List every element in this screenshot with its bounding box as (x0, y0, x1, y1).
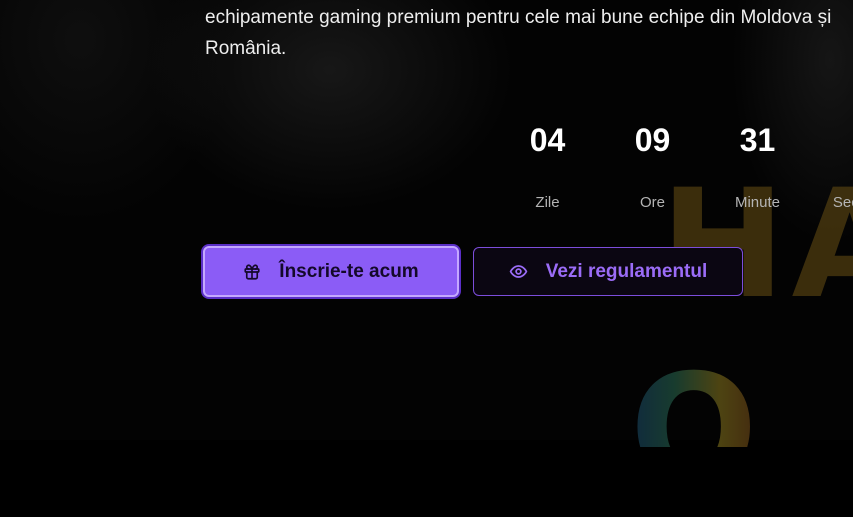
countdown-minutes: 31 Minute (705, 118, 810, 211)
countdown-hours-value: 09 (634, 122, 671, 158)
countdown-hours: 09 Ore (600, 118, 705, 211)
eye-icon (509, 262, 528, 281)
hero-actions: Înscrie-te acum Vezi regulamentul (203, 246, 743, 297)
countdown-minutes-label: Minute (734, 194, 781, 211)
countdown-seconds-value: 0 (810, 118, 853, 162)
hero-description: echipamente gaming premium pentru cele m… (205, 2, 853, 64)
gift-icon (243, 263, 261, 281)
view-rules-button-label: Vezi regulamentul (545, 260, 708, 282)
hero-description-line-1: echipamente gaming premium pentru cele m… (205, 7, 832, 28)
countdown-timer: 04 Zile 09 Ore 31 Minute 0 Secunde (495, 118, 853, 211)
register-button-label: Înscrie-te acum (279, 260, 419, 282)
countdown-seconds: 0 Secunde (810, 118, 853, 211)
countdown-hours-label: Ore (639, 194, 665, 211)
countdown-minutes-value: 31 (739, 122, 776, 158)
countdown-days-value: 04 (529, 122, 566, 158)
countdown-days-label: Zile (535, 194, 560, 211)
background-bottom-band (0, 440, 853, 517)
hero-description-line-2: România. (205, 38, 287, 59)
countdown-seconds-label: Secunde (832, 194, 853, 211)
register-button[interactable]: Înscrie-te acum (203, 246, 459, 297)
hero-section: HA O echipamente gaming premium pentru c… (0, 0, 853, 517)
countdown-days: 04 Zile (495, 118, 600, 211)
view-rules-button[interactable]: Vezi regulamentul (473, 247, 743, 296)
